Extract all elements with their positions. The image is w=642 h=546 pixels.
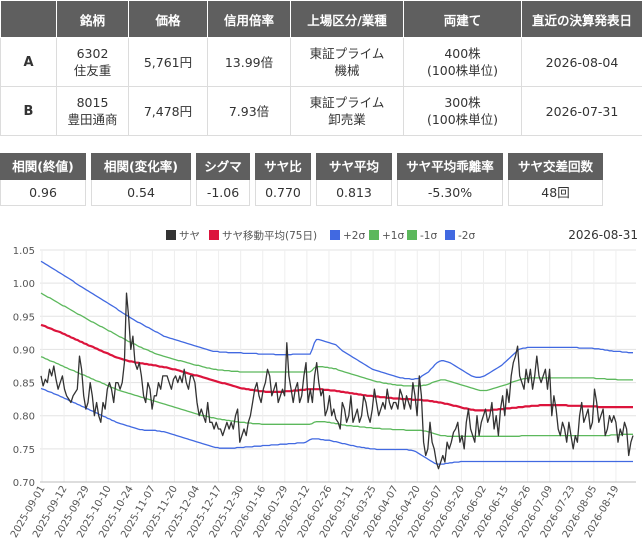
legend-label[interactable]: +1σ [382,230,404,242]
market-cell: 東証プライム 卸売業 [290,86,404,136]
market-name: 東証プライム [309,46,385,61]
legend-swatch[interactable] [330,230,340,240]
hedge-qty: 400株 [444,46,481,61]
earnings-date: 2026-08-04 [521,37,642,87]
stock-cell: 6302 住友重 [56,37,129,87]
metric-label-ratio: サヤ比 [255,153,311,180]
metric-label-crossings: サヤ交差回数 [508,153,603,180]
metric-value-corr-change: 0.54 [91,180,191,206]
metric-value-ratio: 0.770 [255,180,311,206]
legend-swatch[interactable] [209,230,219,240]
table-row: A 6302 住友重 5,761円 13.99倍 東証プライム 機械 400株 (10… [0,37,642,87]
stock-price: 7,478円 [128,86,208,136]
legend-label[interactable]: +2σ [343,230,365,242]
y-tick-label: 0.85 [13,379,35,390]
y-tick-label: 0.70 [13,478,35,489]
sector-name: 卸売業 [328,112,366,127]
margin-ratio: 13.99倍 [207,37,291,87]
metric-value-sigma: -1.06 [196,180,250,206]
stock-code: 8015 [76,95,109,110]
metric-label-sigma: シグマ [196,153,250,180]
header-market: 上場区分/業種 [290,0,404,38]
metrics-header-row: 相関(終値) 相関(変化率) シグマ サヤ比 サヤ平均 サヤ平均乖離率 サヤ交差… [0,153,642,180]
hedge-unit: (100株単位) [426,63,499,78]
stock-name[interactable]: 住友重 [74,63,112,78]
legend-swatch[interactable] [369,230,379,240]
metrics-value-row: 0.96 0.54 -1.06 0.770 0.813 -5.30% 48回 [0,180,642,206]
hedge-unit: (100株単位) [426,112,499,127]
stock-cell: 8015 豊田通商 [56,86,129,136]
metric-label-corr-close: 相関(終値) [0,153,86,180]
y-tick-label: 0.75 [13,445,35,456]
row-label: B [0,86,57,136]
pair-table: 銘柄 価格 信用倍率 上場区分/業種 両建て 直近の決算発表日 A 6302 住友… [0,0,642,136]
metric-label-ratio-mean: サヤ平均 [316,153,392,180]
header-price: 価格 [128,0,208,38]
metrics-panel: 相関(終値) 相関(変化率) シグマ サヤ比 サヤ平均 サヤ平均乖離率 サヤ交差… [0,153,642,206]
legend-swatch[interactable] [445,230,455,240]
legend-label[interactable]: サヤ移動平均(75日) [222,229,317,242]
legend-swatch[interactable] [407,230,417,240]
spread-chart: 0.70 0.75 0.80 0.85 0.90 0.95 1.00 1.05 2025-09… [9,228,638,540]
header-earnings-date: 直近の決算発表日 [521,0,642,38]
hedge-qty: 300株 [444,95,481,110]
earnings-date: 2026-07-31 [521,86,642,136]
y-tick-label: 0.90 [13,345,35,356]
metric-label-corr-change: 相関(変化率) [91,153,191,180]
header-hedge: 両建て [403,0,522,38]
metric-value-corr-close: 0.96 [0,180,86,206]
y-tick-label: 0.80 [13,412,35,423]
market-name: 東証プライム [309,95,385,110]
sector-name: 機械 [334,63,360,78]
metric-value-ratio-mean: 0.813 [316,180,392,206]
header-cell [0,0,57,38]
chart-legend[interactable]: サヤ サヤ移動平均(75日) +2σ +1σ -1σ -2σ [166,229,475,242]
y-axis: 0.70 0.75 0.80 0.85 0.90 0.95 1.00 1.05 [13,246,35,489]
header-symbol: 銘柄 [56,0,129,38]
y-tick-label: 0.95 [13,312,35,323]
legend-label[interactable]: サヤ [179,230,200,242]
legend-label[interactable]: -1σ [420,230,437,242]
pair-table-header: 銘柄 価格 信用倍率 上場区分/業種 両建て 直近の決算発表日 [0,0,642,38]
y-tick-label: 1.00 [13,279,35,290]
header-margin-ratio: 信用倍率 [207,0,291,38]
legend-swatch[interactable] [166,230,176,240]
table-row: B 8015 豊田通商 7,478円 7.93倍 東証プライム 卸売業 300株 (1… [0,86,642,136]
chart-grid [40,249,636,483]
chart-date-label: 2026-08-31 [568,228,638,242]
metric-label-deviation: サヤ平均乖離率 [397,153,503,180]
stock-price: 5,761円 [128,37,208,87]
y-tick-label: 1.05 [13,246,35,257]
stock-name[interactable]: 豊田通商 [67,112,117,127]
metric-value-deviation: -5.30% [397,180,503,206]
legend-label[interactable]: -2σ [458,230,475,242]
x-axis: 2025-09-012025-09-122025-09-292025-10-10… [9,484,622,540]
stock-code: 6302 [76,46,109,61]
metric-value-crossings: 48回 [508,180,603,206]
hedge-cell: 300株 (100株単位) [403,86,522,136]
margin-ratio: 7.93倍 [207,86,291,136]
market-cell: 東証プライム 機械 [290,37,404,87]
hedge-cell: 400株 (100株単位) [403,37,522,87]
row-label: A [0,37,57,87]
